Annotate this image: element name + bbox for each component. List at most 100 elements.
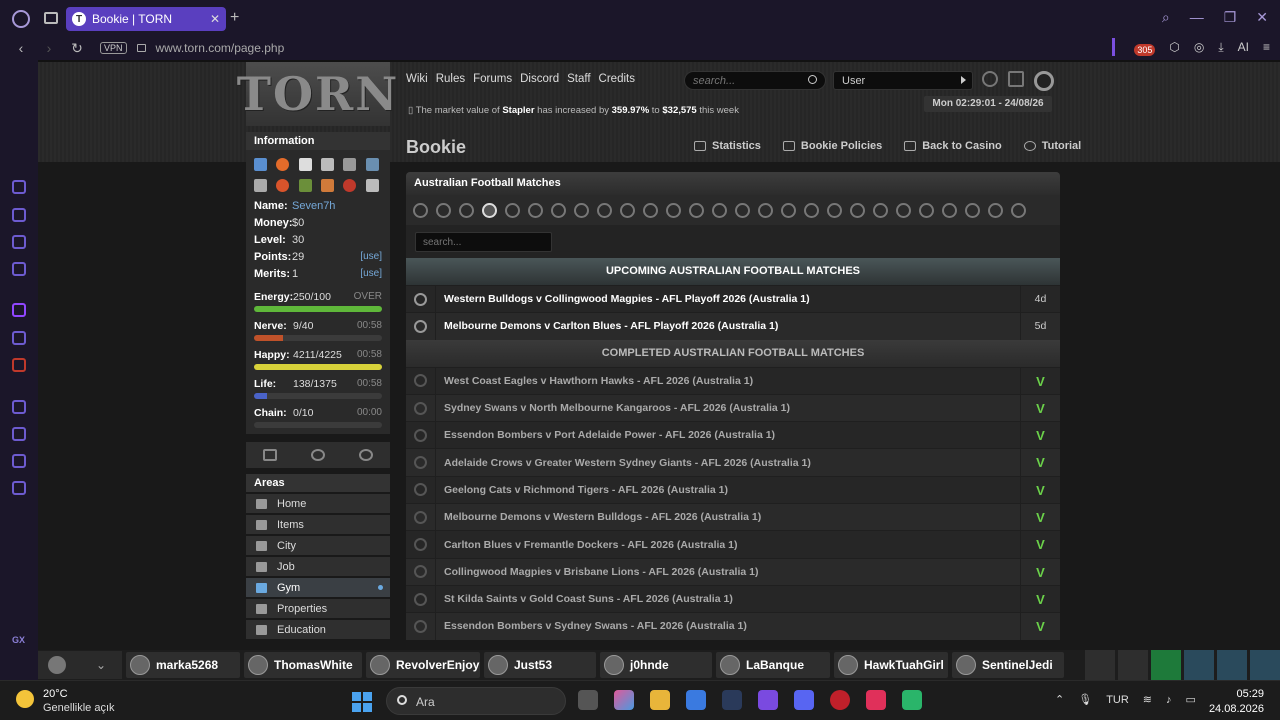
sport-rugby-icon[interactable]	[827, 202, 842, 218]
status-bar-happy[interactable]: Happy: 4211/4225 00:58	[246, 347, 390, 376]
chat-tab-hawktuahgirl[interactable]: HawkTuahGirl	[834, 652, 948, 678]
medical-icon[interactable]	[365, 179, 379, 192]
match-name[interactable]: Adelaide Crows v Greater Western Sydney …	[436, 457, 1020, 469]
account-icon[interactable]: ◎	[1194, 40, 1204, 54]
sidebar-item-properties[interactable]: Properties	[246, 599, 390, 618]
statistics-link[interactable]: Statistics	[694, 140, 761, 152]
sport-tennis-icon[interactable]	[896, 202, 911, 218]
sport-football-icon[interactable]	[689, 202, 704, 218]
opera-gx-icon[interactable]	[830, 690, 850, 710]
app-icon[interactable]	[902, 690, 922, 710]
sport-favorites-icon[interactable]	[436, 202, 451, 218]
sport-pool-icon[interactable]	[781, 202, 796, 218]
language-indicator[interactable]: TUR	[1106, 694, 1129, 706]
bookie-policies-link[interactable]: Bookie Policies	[782, 140, 882, 152]
file-explorer-icon[interactable]	[650, 690, 670, 710]
close-window-icon[interactable]: ✕	[1256, 9, 1268, 26]
skull-icon[interactable]	[343, 179, 357, 192]
battery-icon[interactable]: ▭	[1186, 693, 1196, 706]
sidebar-speed-icon[interactable]	[12, 180, 26, 194]
vpn-badge[interactable]: VPN	[100, 42, 127, 54]
sport-volleyball-icon[interactable]	[873, 202, 888, 218]
education-icon[interactable]	[343, 158, 357, 171]
start-icon[interactable]	[352, 692, 372, 712]
company-chat-icon[interactable]	[1118, 650, 1148, 680]
match-name[interactable]: Western Bulldogs v Collingwood Magpies -…	[436, 293, 1020, 305]
table-row[interactable]: Collingwood Magpies v Brisbane Lions - A…	[406, 557, 1060, 585]
sidebar-messenger-icon[interactable]	[12, 262, 26, 276]
envelope-icon[interactable]	[263, 449, 277, 461]
back-to-casino-link[interactable]: Back to Casino	[904, 140, 1002, 152]
tiktok-icon[interactable]	[866, 690, 886, 710]
sport-badminton-icon[interactable]	[505, 202, 520, 218]
sidebar-item-job[interactable]: Job	[246, 557, 390, 576]
chat-tab-thomaswhite[interactable]: ThomasWhite	[244, 652, 362, 678]
award-icon[interactable]	[359, 449, 373, 461]
wifi-icon[interactable]: ≋	[1143, 693, 1152, 706]
sidebar-percent-icon[interactable]	[12, 331, 26, 345]
maximize-icon[interactable]: ❐	[1224, 9, 1237, 26]
table-row[interactable]: Melbourne Demons v Carlton Blues - AFL P…	[406, 312, 1060, 340]
table-row[interactable]: Melbourne Demons v Western Bulldogs - AF…	[406, 503, 1060, 531]
trade-chat-icon[interactable]	[1151, 650, 1181, 680]
sport-curling-icon[interactable]	[666, 202, 681, 218]
sport-aussie-rules-icon[interactable]	[482, 202, 497, 218]
menu-icon[interactable]: ≡	[1263, 40, 1270, 54]
system-clock[interactable]: 05:29 24.08.2026	[1209, 687, 1264, 717]
nav-forums[interactable]: Forums	[473, 73, 512, 85]
chat-tab-marka5268[interactable]: marka5268	[126, 652, 240, 678]
chat-tab-labanque[interactable]: LaBanque	[716, 652, 830, 678]
match-name[interactable]: Essendon Bombers v Sydney Swans - AFL 20…	[436, 620, 1020, 632]
match-name[interactable]: Essendon Bombers v Port Adelaide Power -…	[436, 429, 1020, 441]
globe-icon[interactable]	[1034, 71, 1054, 91]
sport-darts-icon[interactable]	[643, 202, 658, 218]
table-row[interactable]: Geelong Cats v Richmond Tigers - AFL 202…	[406, 475, 1060, 504]
target-icon[interactable]	[276, 179, 290, 192]
match-name[interactable]: Sydney Swans v North Melbourne Kangaroos…	[436, 402, 1020, 414]
drug-icon[interactable]	[298, 179, 312, 192]
sidebar-ublock-icon[interactable]	[12, 358, 26, 372]
nav-rules[interactable]: Rules	[436, 73, 465, 85]
match-name[interactable]: Melbourne Demons v Western Bulldogs - AF…	[436, 511, 1020, 523]
forward-icon[interactable]: ›	[42, 40, 56, 56]
sport-boxing-icon[interactable]	[597, 202, 612, 218]
match-search-input[interactable]	[415, 232, 552, 252]
search-tabs-icon[interactable]: ⌕	[1162, 9, 1170, 26]
sport-motorsport-icon[interactable]	[965, 202, 980, 218]
match-name[interactable]: St Kilda Saints v Gold Coast Suns - AFL …	[436, 593, 1020, 605]
sidebar-video-icon[interactable]	[12, 400, 26, 414]
discord-icon[interactable]	[794, 690, 814, 710]
sidebar-item-items[interactable]: Items	[246, 515, 390, 534]
nav-staff[interactable]: Staff	[567, 73, 590, 85]
table-row[interactable]: Sydney Swans v North Melbourne Kangaroos…	[406, 393, 1060, 422]
search-icon[interactable]	[808, 75, 817, 84]
player-name-link[interactable]: Seven7h	[292, 200, 382, 213]
table-row[interactable]: Carlton Blues v Fremantle Dockers - AFL …	[406, 530, 1060, 558]
faction-chat-icon[interactable]	[1085, 650, 1115, 680]
global-chat-icon[interactable]	[1184, 650, 1214, 680]
tab-close-icon[interactable]: ✕	[210, 12, 220, 26]
sidebar-item-home[interactable]: Home	[246, 494, 390, 513]
status-bar-energy[interactable]: Energy: 250/100 OVER	[246, 289, 390, 318]
status-bar-life[interactable]: Life: 138/1375 00:58	[246, 376, 390, 405]
tab-switcher-icon[interactable]	[44, 12, 58, 24]
match-name[interactable]: Carlton Blues v Fremantle Dockers - AFL …	[436, 539, 1020, 551]
minimize-icon[interactable]: —	[1190, 9, 1204, 26]
sport-ice-hockey-icon[interactable]	[735, 202, 750, 218]
volume-icon[interactable]: ♪	[1166, 694, 1172, 706]
nav-wiki[interactable]: Wiki	[406, 73, 428, 85]
sidebar-settings-icon[interactable]	[12, 481, 26, 495]
booster-icon[interactable]	[321, 179, 334, 192]
heart-icon[interactable]	[276, 158, 290, 171]
gender-icon[interactable]	[254, 158, 267, 171]
sport-basketball-icon[interactable]	[551, 202, 566, 218]
sidebar-player-icon[interactable]	[12, 235, 26, 249]
sport-billiards-icon[interactable]	[1011, 202, 1026, 218]
tutorial-link[interactable]: Tutorial	[1023, 140, 1081, 152]
sport-bowls-icon[interactable]	[574, 202, 589, 218]
chat-self-menu[interactable]: ⌄	[38, 651, 122, 679]
chat-tab-just53[interactable]: Just53	[484, 652, 596, 678]
nav-credits[interactable]: Credits	[599, 73, 635, 85]
sport-snooker-icon[interactable]	[850, 202, 865, 218]
alert-icon[interactable]	[311, 449, 325, 461]
